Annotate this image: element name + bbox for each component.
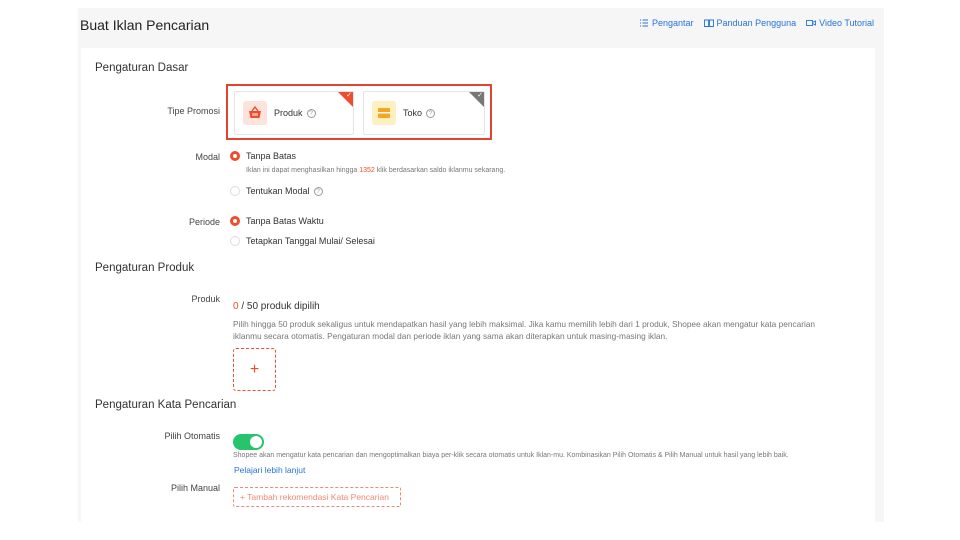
budget-set-radio[interactable]: Tentukan Modal ? — [230, 186, 323, 196]
check-icon: ✓ — [477, 92, 483, 99]
auto-select-toggle[interactable] — [233, 434, 264, 450]
radio-selected — [230, 151, 240, 161]
product-count-suffix: / 50 produk dipilih — [238, 301, 320, 312]
guide-link-label: Panduan Pengguna — [716, 18, 797, 28]
intro-link-label: Pengantar — [652, 18, 694, 28]
manual-select-label: Pilih Manual — [170, 483, 220, 493]
learn-more-link[interactable]: Pelajari lebih lanjut — [234, 465, 305, 475]
promo-option-toko[interactable]: Toko ? ✓ — [363, 91, 485, 135]
period-unlimited-label: Tanpa Batas Waktu — [246, 216, 324, 226]
budget-label: Modal — [195, 152, 220, 162]
help-icon[interactable]: ? — [426, 108, 436, 118]
period-set-label: Tetapkan Tanggal Mulai/ Selesai — [246, 236, 375, 246]
auto-select-note: Shopee akan mengatur kata pencarian dan … — [233, 452, 789, 459]
video-link-label: Video Tutorial — [819, 18, 874, 28]
budget-note-clicks: 1352 — [359, 167, 375, 174]
period-label: Periode — [188, 217, 220, 227]
budget-note-suffix: klik berdasarkan saldo iklanmu sekarang. — [374, 167, 506, 174]
guide-link[interactable]: Panduan Pengguna — [703, 18, 797, 28]
main-frame: Buat Iklan Pencarian Pengantar Panduan P… — [78, 8, 884, 522]
check-icon: ✓ — [346, 92, 352, 99]
basic-section-title: Pengaturan Dasar — [95, 62, 189, 74]
shop-icon — [372, 101, 396, 125]
form-card: Pengaturan Dasar Tipe Promosi Produk ? ✓… — [81, 48, 875, 522]
promo-option-produk-label: Produk — [274, 108, 303, 118]
promo-option-produk[interactable]: Produk ? ✓ — [234, 91, 354, 135]
period-set-radio[interactable]: Tetapkan Tanggal Mulai/ Selesai — [230, 236, 375, 246]
auto-select-label: Pilih Otomatis — [164, 431, 220, 441]
budget-note: Iklan ini dapat menghasilkan hingga 1352… — [246, 167, 505, 174]
product-label: Produk — [191, 294, 220, 304]
budget-unlimited-label: Tanpa Batas — [246, 151, 297, 161]
budget-unlimited-radio[interactable]: Tanpa Batas — [230, 151, 296, 161]
page-title: Buat Iklan Pencarian — [80, 17, 210, 33]
product-count: 0 / 50 produk dipilih — [233, 301, 320, 312]
list-icon — [640, 19, 648, 27]
basket-icon — [243, 101, 267, 125]
video-link[interactable]: Video Tutorial — [806, 18, 874, 28]
promo-option-toko-label: Toko — [403, 108, 423, 118]
add-product-button[interactable]: + — [233, 348, 276, 391]
intro-link[interactable]: Pengantar — [639, 18, 694, 28]
add-keyword-button[interactable]: + Tambah rekomendasi Kata Pencarian — [233, 487, 401, 507]
product-section-title: Pengaturan Produk — [95, 262, 195, 274]
top-links: Pengantar Panduan Pengguna Video Tutoria… — [639, 18, 874, 28]
help-icon[interactable]: ? — [306, 108, 316, 118]
help-icon[interactable]: ? — [313, 186, 323, 196]
toggle-knob — [250, 436, 262, 448]
book-icon — [703, 19, 714, 27]
product-description: Pilih hingga 50 produk sekaligus untuk m… — [233, 319, 816, 341]
radio-unselected — [230, 186, 240, 196]
period-unlimited-radio[interactable]: Tanpa Batas Waktu — [230, 216, 324, 226]
top-bar: Buat Iklan Pencarian Pengantar Panduan P… — [78, 8, 884, 46]
radio-selected — [230, 216, 240, 226]
promo-type-label: Tipe Promosi — [167, 106, 220, 116]
budget-set-label: Tentukan Modal — [246, 186, 310, 196]
budget-note-prefix: Iklan ini dapat menghasilkan hingga — [246, 167, 360, 174]
video-icon — [806, 20, 817, 26]
radio-unselected — [230, 236, 240, 246]
keyword-section-title: Pengaturan Kata Pencarian — [95, 399, 237, 411]
